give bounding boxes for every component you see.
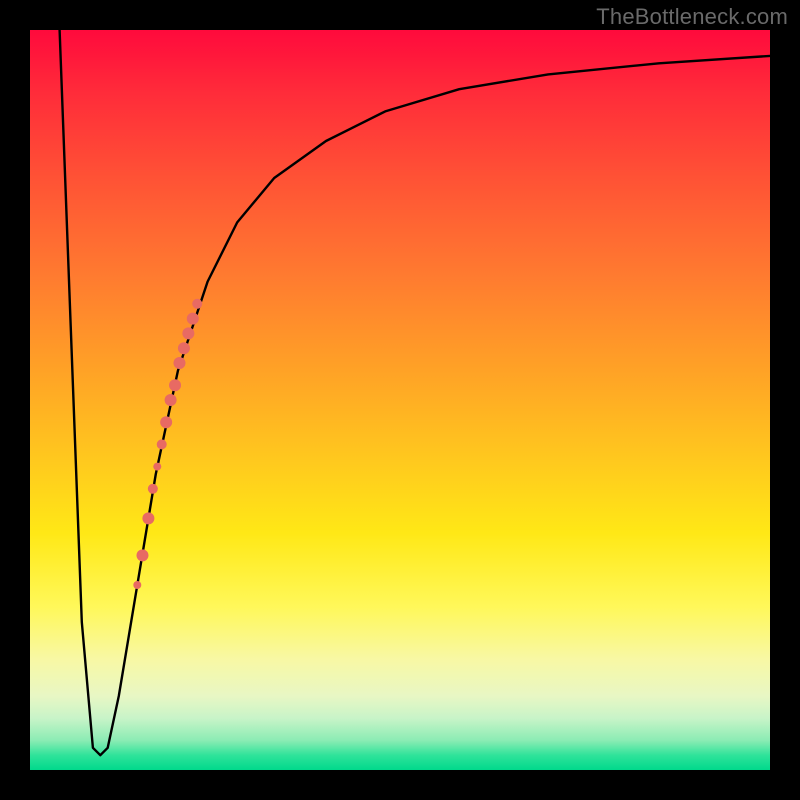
marker-point — [192, 299, 202, 309]
marker-point — [169, 379, 181, 391]
marker-point — [153, 463, 161, 471]
marker-point — [157, 439, 167, 449]
marker-point — [148, 484, 158, 494]
marker-point — [173, 357, 185, 369]
plot-area — [30, 30, 770, 770]
watermark-text: TheBottleneck.com — [596, 4, 788, 30]
marker-point — [187, 313, 199, 325]
marker-point — [165, 394, 177, 406]
chart-svg — [30, 30, 770, 770]
marker-point — [178, 342, 190, 354]
marker-point — [142, 512, 154, 524]
marker-point — [136, 549, 148, 561]
marker-point — [133, 581, 141, 589]
bottleneck-curve — [60, 30, 770, 755]
marker-point — [160, 416, 172, 428]
chart-frame: TheBottleneck.com — [0, 0, 800, 800]
marker-point — [182, 327, 194, 339]
